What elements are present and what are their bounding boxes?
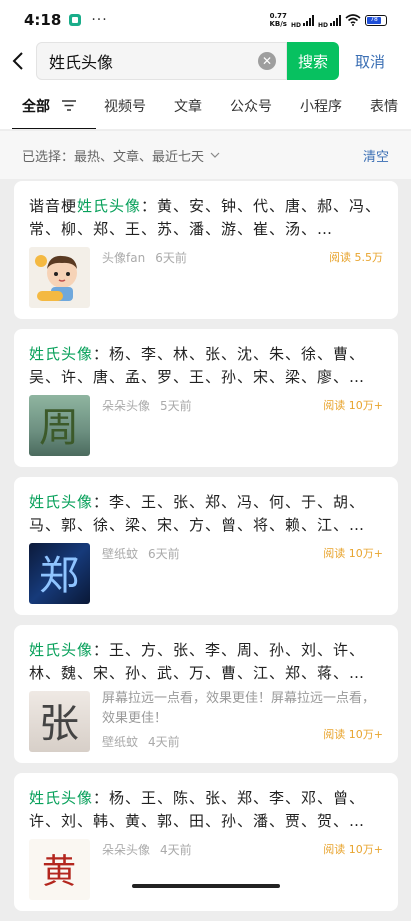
result-thumbnail: 郑 [29,543,90,604]
results-list: 谐音梗姓氏头像：黄、安、钟、代、唐、郝、冯、常、柳、郑、王、苏、潘、游、崔、汤、… [14,181,398,921]
source-name[interactable]: 朵朵头像 [102,843,150,857]
title-highlight: 姓氏头像 [29,641,93,659]
hd-icon-2: HD [318,22,328,29]
status-time: 4:18 [24,11,61,29]
filter-bar[interactable]: 已选择：最热、文章、最近七天 清空 [0,131,411,179]
source-name[interactable]: 朵朵头像 [102,399,150,413]
signal-icon-2 [330,15,341,26]
read-count: 阅读 10万+ [323,397,383,413]
result-meta: 周 朵朵头像 5天前 阅读 10万+ [29,395,383,457]
result-card[interactable]: 姓氏头像：王、方、张、李、周、孙、刘、许、林、魏、宋、孙、武、万、曹、江、郑、蒋… [14,625,398,763]
signal-icon [303,15,314,26]
result-thumbnail: 张 [29,691,90,752]
tab-articles[interactable]: 文章 [174,96,202,116]
result-info: 壁纸蚊 6天前 阅读 10万+ [102,543,383,604]
result-info: 屏幕拉远一点看，效果更佳！屏幕拉远一点看，效果更佳！ 壁纸蚊 4天前 阅读 10万… [102,691,383,752]
search-button[interactable]: 搜索 [287,42,339,80]
svg-text:郑: 郑 [39,553,79,599]
status-bar: 4:18 ··· 0.77 KB/s HD HD 78 [0,0,411,40]
search-header: 姓氏头像 ✕ 搜索 取消 [0,40,411,82]
svg-text:黄: 黄 [42,852,76,892]
title-highlight: 姓氏头像 [77,197,141,215]
calligraphy-image: 黄 [29,839,90,900]
selected-filters: 已选择：最热、文章、最近七天 [22,146,204,165]
tab-official-accounts[interactable]: 公众号 [230,96,272,116]
title-highlight: 姓氏头像 [29,493,93,511]
result-thumbnail: 黄 [29,839,90,900]
source-name[interactable]: 头像fan [102,251,145,265]
result-info: 头像fan 6天前 阅读 5.5万 [102,247,383,308]
chevron-left-icon [12,51,24,71]
wechat-notification-icon [69,14,81,26]
zheng-character-image: 郑 [29,543,90,604]
result-thumbnail [29,247,90,308]
read-count: 阅读 10万+ [323,726,383,742]
result-thumbnail: 周 [29,395,90,456]
result-card[interactable]: 姓氏头像：杨、王、陈、张、郑、李、邓、曾、许、刘、韩、黄、郭、田、孙、潘、贾、贺… [14,773,398,911]
cartoon-avatar-image [29,247,90,308]
result-info: 朵朵头像 5天前 阅读 10万+ [102,395,383,456]
svg-text:张: 张 [39,701,79,747]
filter-icon[interactable] [62,100,76,111]
clear-filters-button[interactable]: 清空 [363,146,389,165]
result-title: 姓氏头像：杨、李、林、张、沈、朱、徐、曹、吴、许、唐、孟、罗、王、孙、宋、梁、廖… [29,343,383,389]
more-notifications-icon: ··· [91,12,107,28]
publish-time: 6天前 [148,547,180,561]
status-indicators: 0.77 KB/s HD HD 78 [269,12,387,29]
title-highlight: 姓氏头像 [29,789,93,807]
result-title: 姓氏头像：杨、王、陈、张、郑、李、邓、曾、许、刘、韩、黄、郭、田、孙、潘、贾、贺… [29,787,383,833]
read-count: 阅读 10万+ [323,545,383,561]
result-meta: 张 屏幕拉远一点看，效果更佳！屏幕拉远一点看，效果更佳！ 壁纸蚊 4天前 阅读 1… [29,691,383,753]
chevron-down-icon [210,152,220,158]
result-meta: 头像fan 6天前 阅读 5.5万 [29,247,383,309]
result-title: 姓氏头像：李、王、张、郑、冯、何、于、胡、马、郭、徐、梁、宋、方、曾、将、赖、江… [29,491,383,537]
source-name[interactable]: 壁纸蚊 [102,735,138,749]
result-description: 屏幕拉远一点看，效果更佳！屏幕拉远一点看，效果更佳！ [102,689,383,729]
result-card[interactable]: 姓氏头像：杨、李、林、张、沈、朱、徐、曹、吴、许、唐、孟、罗、王、孙、宋、梁、廖… [14,329,398,467]
battery-icon: 78 [365,15,387,26]
hd-icon: HD [291,22,301,29]
title-highlight: 姓氏头像 [29,345,93,363]
tab-all[interactable]: 全部 [22,96,76,116]
category-tabs: 全部 视频号 文章 公众号 小程序 表情 [0,82,411,130]
back-button[interactable] [0,41,36,81]
result-meta: 郑 壁纸蚊 6天前 阅读 10万+ [29,543,383,605]
search-query: 姓氏头像 [49,49,258,73]
zhou-character-image: 周 [29,395,90,456]
publish-time: 4天前 [148,735,180,749]
wifi-icon [345,14,361,26]
publish-time: 6天前 [155,251,187,265]
svg-text:周: 周 [39,405,79,451]
result-card[interactable]: 姓氏头像：李、王、张、郑、冯、何、于、胡、马、郭、徐、梁、宋、方、曾、将、赖、江… [14,477,398,615]
search-input[interactable]: 姓氏头像 ✕ [36,42,287,80]
publish-time: 4天前 [160,843,192,857]
battery-level: 78 [367,17,381,24]
home-indicator[interactable] [132,884,280,888]
zhang-character-image: 张 [29,691,90,752]
result-meta: 黄 朵朵头像 4天前 阅读 10万+ [29,839,383,901]
tab-stickers[interactable]: 表情 [370,96,398,116]
read-count: 阅读 5.5万 [329,249,383,265]
source-name[interactable]: 壁纸蚊 [102,547,138,561]
read-count: 阅读 10万+ [323,841,383,857]
result-title: 谐音梗姓氏头像：黄、安、钟、代、唐、郝、冯、常、柳、郑、王、苏、潘、游、崔、汤、… [29,195,383,241]
publish-time: 5天前 [160,399,192,413]
clear-search-icon[interactable]: ✕ [258,52,276,70]
tab-mini-programs[interactable]: 小程序 [300,96,342,116]
result-card[interactable]: 谐音梗姓氏头像：黄、安、钟、代、唐、郝、冯、常、柳、郑、王、苏、潘、游、崔、汤、… [14,181,398,319]
result-title: 姓氏头像：王、方、张、李、周、孙、刘、许、林、魏、宋、孙、武、万、曹、江、郑、蒋… [29,639,383,685]
result-info: 朵朵头像 4天前 阅读 10万+ [102,839,383,900]
cancel-button[interactable]: 取消 [355,51,385,72]
network-speed: 0.77 KB/s [269,12,286,28]
tab-channels[interactable]: 视频号 [104,96,146,116]
